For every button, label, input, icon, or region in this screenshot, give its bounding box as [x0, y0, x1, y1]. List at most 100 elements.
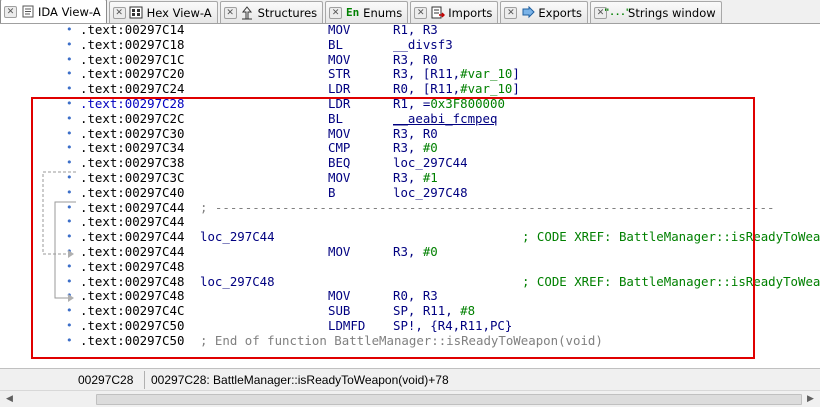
mnemonic: MOV	[328, 244, 351, 259]
address: .text:00297C14	[80, 25, 185, 37]
tab-ida-view-a[interactable]: ✕ IDA View-A	[0, 0, 107, 23]
close-tab-icon[interactable]: ✕	[112, 6, 126, 19]
listing-row[interactable]: • .text:00297C50; End of function BattleM…	[0, 333, 820, 349]
operand-immediate: #8	[460, 303, 476, 319]
status-divider	[144, 371, 145, 389]
listing-row[interactable]: • .text:00297C34 CMP R3, #0	[0, 140, 820, 156]
listing-row[interactable]: • .text:00297C48	[0, 258, 820, 275]
close-tab-icon[interactable]: ✕	[414, 6, 428, 19]
operand-immediate: #0	[422, 140, 438, 156]
tab-exports[interactable]: ✕ Exports	[500, 1, 589, 23]
branch-arrows	[42, 171, 76, 302]
mnemonic: LDMFD	[328, 318, 366, 333]
operand-text: R3, [R11,	[393, 66, 461, 82]
enums-icon: En	[346, 6, 360, 19]
tab-label: Enums	[363, 5, 403, 20]
tab-hex-view-a[interactable]: ✕ Hex View-A	[108, 1, 218, 23]
ida-view-icon	[20, 5, 35, 19]
structures-icon	[240, 5, 255, 20]
address: .text:00297C44	[80, 214, 185, 230]
tab-label: Strings window	[628, 5, 716, 20]
operand-text: ]	[512, 81, 520, 97]
address: .text:00297C38	[80, 155, 185, 171]
operand-text: ]	[512, 66, 520, 82]
mnemonic: BL	[328, 36, 343, 52]
mnemonic: MOV	[328, 170, 351, 185]
disassembly-listing[interactable]: • .text:00297C14 MOV R1, R3 • .text:00297C18 B…	[0, 25, 820, 368]
operand-immediate: #1	[422, 170, 438, 185]
operands: R0, R3	[393, 288, 438, 304]
code-label: loc_297C48	[200, 273, 275, 289]
operands: R3, [R11,#var_10]	[393, 66, 520, 82]
tab-label: IDA View-A	[38, 4, 101, 19]
address: .text:00297C18	[80, 36, 185, 52]
horizontal-scrollbar[interactable]: ◀ ▶	[0, 390, 820, 407]
branch-arrow-b	[54, 201, 76, 299]
listing-row[interactable]: • .text:00297C28 LDR R1, =0x3F800000	[0, 96, 820, 112]
tab-strings-window[interactable]: ✕ "..." Strings window	[590, 1, 722, 23]
listing-row[interactable]: • .text:00297C18 BL __divsf3	[0, 36, 820, 53]
scrollbar-thumb[interactable]	[96, 394, 802, 405]
listing-row[interactable]: • .text:00297C24 LDR R0, [R11,#var_10]	[0, 81, 820, 97]
listing-row[interactable]: • .text:00297C44	[0, 215, 820, 230]
listing-row[interactable]: • .text:00297C44 loc_297C44; CODE XREF: Ba…	[0, 229, 820, 245]
listing-row[interactable]: • .text:00297C38 BEQ loc_297C44	[0, 155, 820, 171]
operand-immediate: #0	[422, 244, 438, 259]
branch-arrow-beq	[42, 171, 76, 255]
operand-text: SP, R11,	[393, 303, 461, 319]
close-tab-icon[interactable]: ✕	[223, 6, 237, 19]
operands: SP!, {R4,R11,PC}	[393, 318, 513, 333]
address: .text:00297C44	[80, 229, 185, 245]
address: .text:00297C50	[80, 318, 185, 333]
operands: SP, R11, #8	[393, 303, 476, 319]
tab-label: Structures	[257, 5, 318, 20]
close-tab-icon[interactable]: ✕	[504, 6, 518, 19]
strings-icon: "..."	[603, 7, 632, 18]
address: .text:00297C40	[80, 184, 185, 200]
tab-enums[interactable]: ✕ En Enums	[325, 1, 409, 23]
close-tab-icon[interactable]: ✕	[329, 6, 343, 19]
mnemonic: CMP	[328, 140, 351, 156]
tab-label: Imports	[448, 5, 493, 20]
mnemonic: BL	[328, 110, 343, 126]
operands: R3, R0	[393, 51, 438, 67]
status-location: 00297C28: BattleManager::isReadyToWeapon…	[151, 373, 449, 387]
listing-row[interactable]: • .text:00297C30 MOV R3, R0	[0, 125, 820, 142]
tab-imports[interactable]: ✕ Imports	[410, 1, 499, 23]
operands: R1, =0x3F800000	[393, 96, 505, 112]
operand-text: R3,	[393, 170, 423, 185]
listing-row[interactable]: • .text:00297C3C MOV R3, #1	[0, 170, 820, 186]
listing-row[interactable]: • .text:00297C50 LDMFD SP!, {R4,R11,PC}	[0, 318, 820, 334]
mnemonic: BEQ	[328, 155, 351, 171]
listing-row[interactable]: •.text:00297C48MOVR0, R3	[0, 289, 820, 304]
operand-text: R3,	[393, 244, 423, 259]
address: .text:00297C30	[80, 125, 185, 141]
address: .text:00297C3C	[80, 170, 185, 185]
scroll-left-icon[interactable]: ◀	[1, 392, 18, 407]
imports-icon	[430, 6, 445, 20]
listing-row[interactable]: • .text:00297C1C MOV R3, R0	[0, 51, 820, 68]
listing-row[interactable]: •.text:00297C44MOVR3, #0	[0, 244, 820, 260]
address: .text:00297C24	[80, 81, 185, 97]
operands: __aeabi_fcmpeq	[393, 110, 498, 126]
tab-structures[interactable]: ✕ Structures	[219, 1, 324, 23]
listing-row[interactable]: • .text:00297C48 loc_297C48; CODE XREF: Ba…	[0, 273, 820, 290]
exports-icon	[520, 5, 535, 20]
operand-immediate: #var_10	[460, 81, 513, 97]
listing-row[interactable]: • .text:00297C14 MOV R1, R3	[0, 25, 820, 38]
xref-comment: ; CODE XREF: BattleManager::isReadyToWea…	[522, 229, 820, 245]
scroll-right-icon[interactable]: ▶	[802, 392, 819, 407]
listing-row[interactable]: • .text:00297C44; -----------------------…	[0, 199, 820, 216]
operands: R3, #0	[393, 140, 438, 156]
listing-row[interactable]: • .text:00297C20 STR R3, [R11,#var_10]	[0, 66, 820, 82]
mnemonic: MOV	[328, 125, 351, 141]
address: .text:00297C20	[80, 66, 185, 82]
listing-row[interactable]: • .text:00297C2C BL __aeabi_fcmpeq	[0, 110, 820, 127]
address: .text:00297C48	[80, 258, 185, 274]
mnemonic: SUB	[328, 303, 351, 319]
close-tab-icon[interactable]: ✕	[4, 5, 17, 18]
address: .text:00297C44	[80, 199, 185, 215]
address: .text:00297C34	[80, 140, 185, 156]
listing-row[interactable]: • .text:00297C40 Bloc_297C48	[0, 184, 820, 201]
listing-row[interactable]: • .text:00297C4C SUB SP, R11, #8	[0, 303, 820, 319]
